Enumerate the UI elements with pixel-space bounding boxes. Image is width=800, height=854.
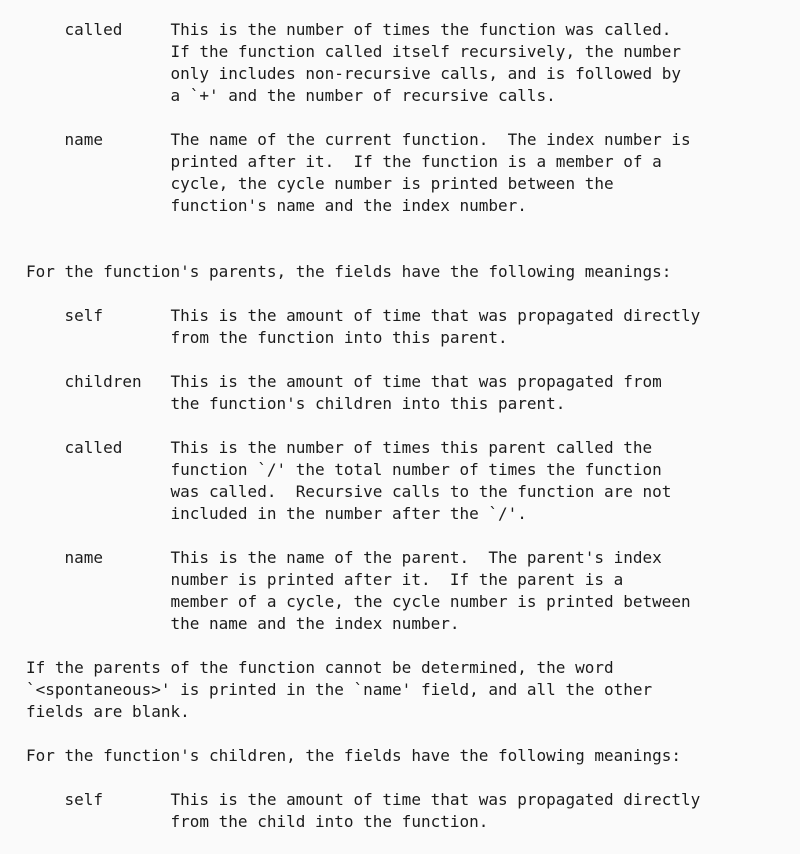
- section-heading-children: For the function's children, the fields …: [26, 746, 682, 765]
- section-heading-parents: For the function's parents, the fields h…: [26, 262, 672, 281]
- text-line: was called. Recursive calls to the funct…: [26, 482, 672, 501]
- text-line: If the parents of the function cannot be…: [26, 658, 614, 677]
- text-line: the name and the index number.: [26, 614, 460, 633]
- text-line: from the function into this parent.: [26, 328, 508, 347]
- text-line: included in the number after the `/'.: [26, 504, 527, 523]
- text-line: function's name and the index number.: [26, 196, 527, 215]
- text-line: name This is the name of the parent. The…: [26, 548, 662, 567]
- text-line: cycle, the cycle number is printed betwe…: [26, 174, 614, 193]
- text-line: children This is the amount of time that…: [26, 372, 662, 391]
- gprof-documentation-text: called This is the number of times the f…: [0, 0, 800, 854]
- text-line: number is printed after it. If the paren…: [26, 570, 624, 589]
- text-line: the function's children into this parent…: [26, 394, 566, 413]
- text-line: `<spontaneous>' is printed in the `name'…: [26, 680, 653, 699]
- text-line: member of a cycle, the cycle number is p…: [26, 592, 691, 611]
- text-line: self This is the amount of time that was…: [26, 790, 701, 809]
- text-line: self This is the amount of time that was…: [26, 306, 701, 325]
- text-line: If the function called itself recursivel…: [26, 42, 682, 61]
- text-line: called This is the number of times the f…: [26, 20, 672, 39]
- text-line: a `+' and the number of recursive calls.: [26, 86, 556, 105]
- text-line: name The name of the current function. T…: [26, 130, 691, 149]
- text-line: printed after it. If the function is a m…: [26, 152, 662, 171]
- text-line: only includes non-recursive calls, and i…: [26, 64, 682, 83]
- text-line: fields are blank.: [26, 702, 190, 721]
- text-line: called This is the number of times this …: [26, 438, 653, 457]
- text-line: from the child into the function.: [26, 812, 489, 831]
- text-line: function `/' the total number of times t…: [26, 460, 662, 479]
